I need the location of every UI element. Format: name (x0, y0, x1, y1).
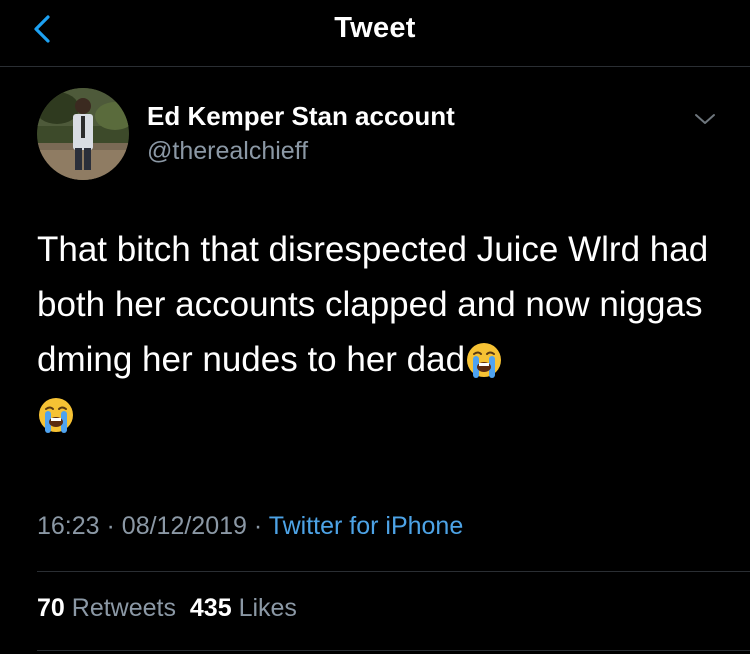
meta-separator: · (253, 512, 263, 540)
tweet-text: That bitch that disrespected Juice Wlrd … (37, 222, 727, 442)
divider (37, 571, 750, 572)
tweet-date: 08/12/2019 (121, 512, 247, 540)
tweet-menu-button[interactable] (690, 108, 720, 130)
retweets-count: 70 (37, 594, 65, 622)
likes-label: Likes (238, 594, 297, 622)
tweet-source-link[interactable]: Twitter for iPhone (269, 512, 464, 540)
retweets-label: Retweets (71, 594, 176, 622)
loudly-crying-face-icon (39, 398, 73, 433)
chevron-down-icon (695, 114, 715, 124)
meta-separator: · (106, 512, 115, 540)
divider (37, 650, 750, 651)
tweet-body: That bitch that disrespected Juice Wlrd … (37, 230, 709, 379)
page-title: Tweet (334, 12, 416, 44)
profile-photo (37, 88, 129, 180)
tweet-time: 16:23 (37, 512, 100, 540)
tweet-stats: 70 Retweets 435 Likes (37, 594, 297, 623)
avatar[interactable] (37, 88, 129, 180)
loudly-crying-face-icon (467, 343, 502, 378)
top-nav-bar: Tweet (0, 0, 750, 67)
likes-count: 435 (189, 594, 232, 622)
author-handle[interactable]: @therealchieff (147, 137, 308, 166)
retweets-stat[interactable]: 70 Retweets (37, 594, 176, 622)
tweet-metadata: 16:23 · 08/12/2019 · Twitter for iPhone (37, 512, 463, 541)
author-display-name[interactable]: Ed Kemper Stan account (147, 101, 455, 132)
likes-stat[interactable]: 435 Likes (190, 594, 297, 622)
